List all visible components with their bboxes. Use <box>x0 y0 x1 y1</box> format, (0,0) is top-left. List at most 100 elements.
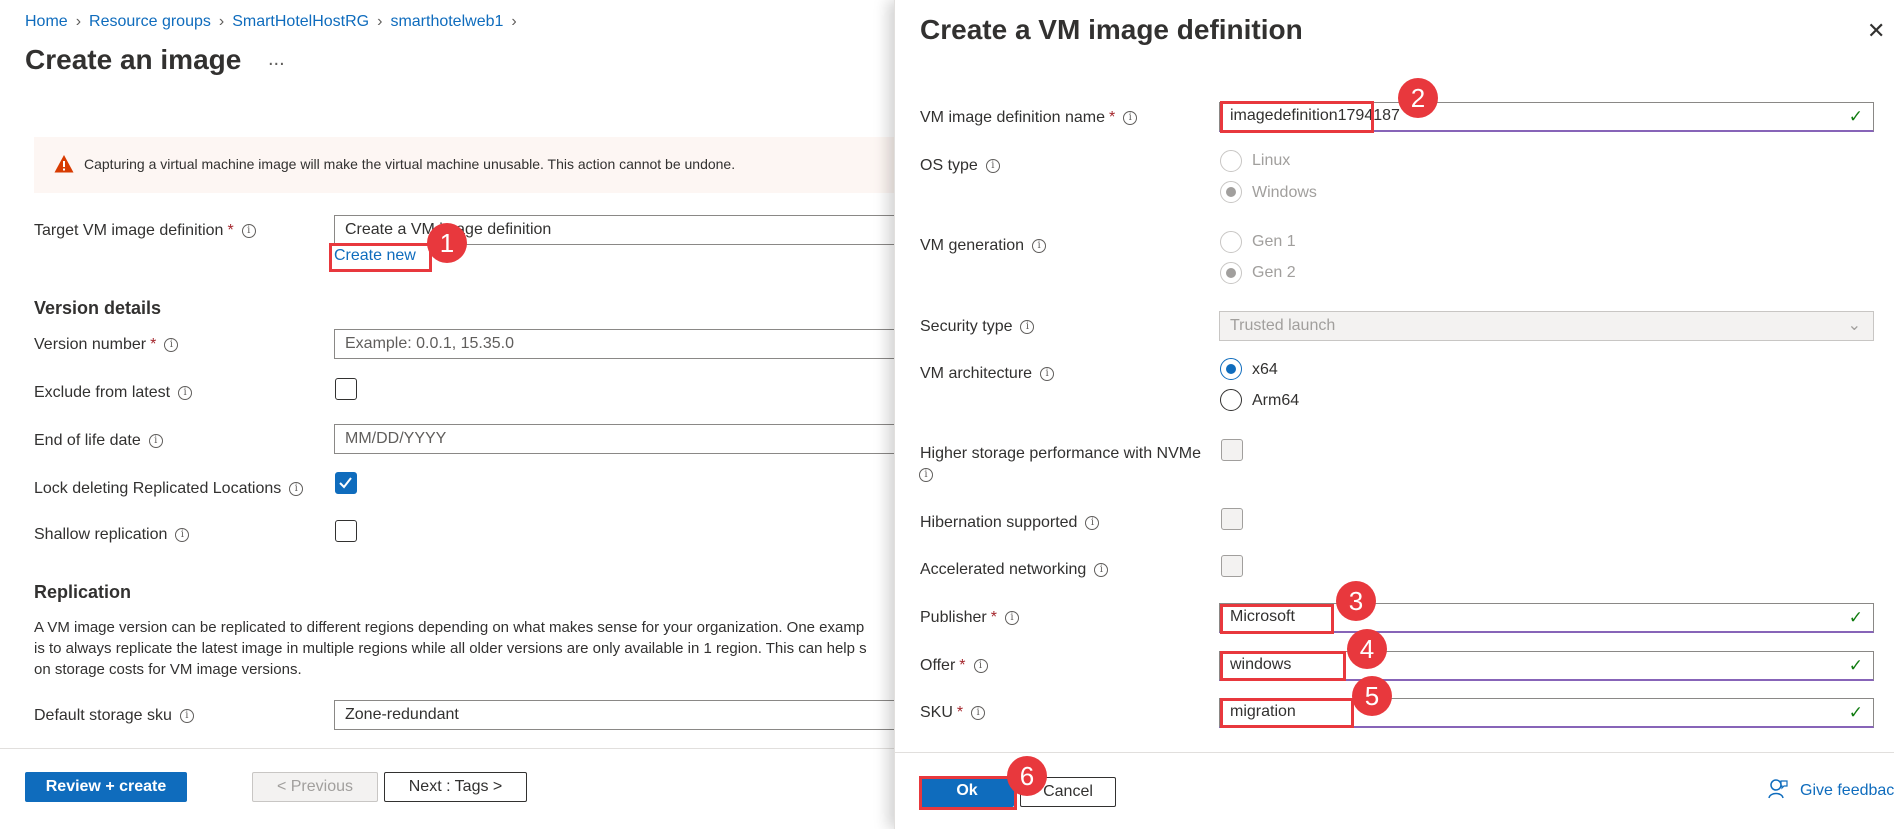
info-icon: i <box>971 705 986 720</box>
close-icon[interactable]: ✕ <box>1867 18 1885 44</box>
info-icon: i <box>1085 515 1100 530</box>
arch-arm64-radio[interactable] <box>1220 389 1242 411</box>
gen2-radio[interactable] <box>1220 262 1242 284</box>
nvme-checkbox[interactable] <box>1221 439 1243 461</box>
info-icon: i <box>148 433 163 448</box>
gen1-radio[interactable] <box>1220 231 1242 253</box>
breadcrumb-resource-group[interactable]: SmartHotelHostRG <box>232 13 369 30</box>
security-type-dropdown[interactable]: Trusted launch ⌄ <box>1219 311 1874 341</box>
info-icon: i <box>164 337 179 352</box>
warning-icon <box>54 155 74 173</box>
chevron-down-icon: ⌄ <box>1847 317 1861 334</box>
target-vm-image-label: Target VM image definition * i <box>34 222 256 240</box>
callout-box-6 <box>919 776 1017 810</box>
more-options-button[interactable]: ... <box>268 48 285 71</box>
end-of-life-input[interactable]: MM/DD/YYYY <box>334 424 904 454</box>
breadcrumb-home[interactable]: Home <box>25 13 68 30</box>
publisher-label: Publisher * i <box>920 609 1019 627</box>
breadcrumb: Home › Resource groups › SmartHotelHostRG › sm… <box>25 13 525 31</box>
os-windows-label: Windows <box>1252 184 1317 201</box>
vm-generation-label: VM generation i <box>920 237 1047 255</box>
info-icon: i <box>985 158 1000 173</box>
callout-box-4 <box>1220 651 1346 681</box>
callout-badge-4: 4 <box>1347 629 1387 669</box>
previous-button[interactable]: < Previous <box>252 772 378 802</box>
version-number-input[interactable]: Example: 0.0.1, 15.35.0 <box>334 329 904 359</box>
info-icon: i <box>1004 610 1019 625</box>
version-number-label: Version number * i <box>34 336 179 354</box>
accelerated-networking-checkbox[interactable] <box>1221 555 1243 577</box>
lock-deleting-label: Lock deleting Replicated Locations i <box>34 480 304 498</box>
valid-check-icon: ✓ <box>1848 656 1863 675</box>
end-of-life-label: End of life date i <box>34 432 163 450</box>
chevron-right-icon: › <box>377 13 383 30</box>
feedback-icon[interactable] <box>1767 778 1789 800</box>
replication-heading: Replication <box>34 582 132 602</box>
target-vm-image-dropdown[interactable]: Create a VM image definition <box>334 215 904 245</box>
info-icon: i <box>241 223 256 238</box>
warning-text: Capturing a virtual machine image will m… <box>84 156 736 172</box>
checkmark-icon <box>339 477 352 489</box>
arch-x64-label: x64 <box>1252 361 1278 378</box>
gen2-label: Gen 2 <box>1252 264 1296 281</box>
storage-sku-label: Default storage sku i <box>34 707 194 725</box>
info-icon: i <box>179 708 194 723</box>
info-icon: i <box>973 658 988 673</box>
info-icon: i <box>289 481 304 496</box>
side-panel: Create a VM image definition ✕ VM image … <box>894 0 1894 829</box>
os-type-label: OS type i <box>920 157 1000 175</box>
review-create-button[interactable]: Review + create <box>25 772 187 802</box>
gen1-label: Gen 1 <box>1252 233 1296 250</box>
breadcrumb-resource-groups[interactable]: Resource groups <box>89 13 211 30</box>
lock-deleting-checkbox[interactable] <box>335 472 357 494</box>
vm-architecture-label: VM architecture i <box>920 365 1055 383</box>
callout-box-1 <box>329 243 432 272</box>
info-icon: i <box>175 527 190 542</box>
exclude-latest-checkbox[interactable] <box>335 378 357 400</box>
os-windows-radio[interactable] <box>1220 181 1242 203</box>
next-tags-button[interactable]: Next : Tags > <box>384 772 527 802</box>
replication-description: A VM image version can be replicated to … <box>34 619 867 678</box>
info-icon: i <box>1123 110 1138 125</box>
footer-divider <box>0 748 894 749</box>
info-icon: i <box>1094 562 1109 577</box>
callout-badge-1: 1 <box>427 223 467 263</box>
valid-check-icon: ✓ <box>1848 608 1863 627</box>
hibernation-label: Hibernation supported i <box>920 514 1100 532</box>
panel-title: Create a VM image definition <box>920 14 1303 45</box>
storage-sku-dropdown[interactable]: Zone-redundant <box>334 700 904 730</box>
shallow-replication-checkbox[interactable] <box>335 520 357 542</box>
warning-banner: Capturing a virtual machine image will m… <box>34 137 904 193</box>
panel-footer-divider <box>895 752 1894 753</box>
info-icon: i <box>1020 319 1035 334</box>
breadcrumb-vm[interactable]: smarthotelweb1 <box>390 13 503 30</box>
arch-arm64-label: Arm64 <box>1252 392 1300 409</box>
os-linux-radio[interactable] <box>1220 150 1242 172</box>
arch-x64-radio[interactable] <box>1220 358 1242 380</box>
nvme-label: Higher storage performance with NVMe <box>920 445 1202 462</box>
info-icon: i <box>1040 366 1055 381</box>
info-icon: i <box>178 385 193 400</box>
page-title: Create an image <box>25 44 242 75</box>
chevron-right-icon: › <box>75 13 82 30</box>
offer-label: Offer * i <box>920 657 988 675</box>
give-feedback-link[interactable]: Give feedback <box>1800 782 1894 800</box>
shallow-replication-label: Shallow replication i <box>34 526 190 544</box>
chevron-right-icon: › <box>218 13 225 30</box>
info-icon: i <box>911 466 933 484</box>
callout-box-5 <box>1220 698 1354 728</box>
callout-badge-2: 2 <box>1398 78 1438 118</box>
hibernation-checkbox[interactable] <box>1221 508 1243 530</box>
callout-badge-3: 3 <box>1336 581 1376 621</box>
exclude-latest-label: Exclude from latest i <box>34 384 193 402</box>
sku-label: SKU * i <box>920 704 986 722</box>
version-details-heading: Version details <box>34 298 162 318</box>
callout-badge-5: 5 <box>1352 676 1392 716</box>
callout-box-2 <box>1220 101 1374 133</box>
info-icon: i <box>1032 238 1047 253</box>
callout-badge-6: 6 <box>1007 756 1047 796</box>
callout-box-3 <box>1220 604 1334 634</box>
chevron-right-icon: › <box>511 13 517 30</box>
valid-check-icon: ✓ <box>1848 703 1863 722</box>
accelerated-networking-label: Accelerated networking i <box>920 561 1109 579</box>
